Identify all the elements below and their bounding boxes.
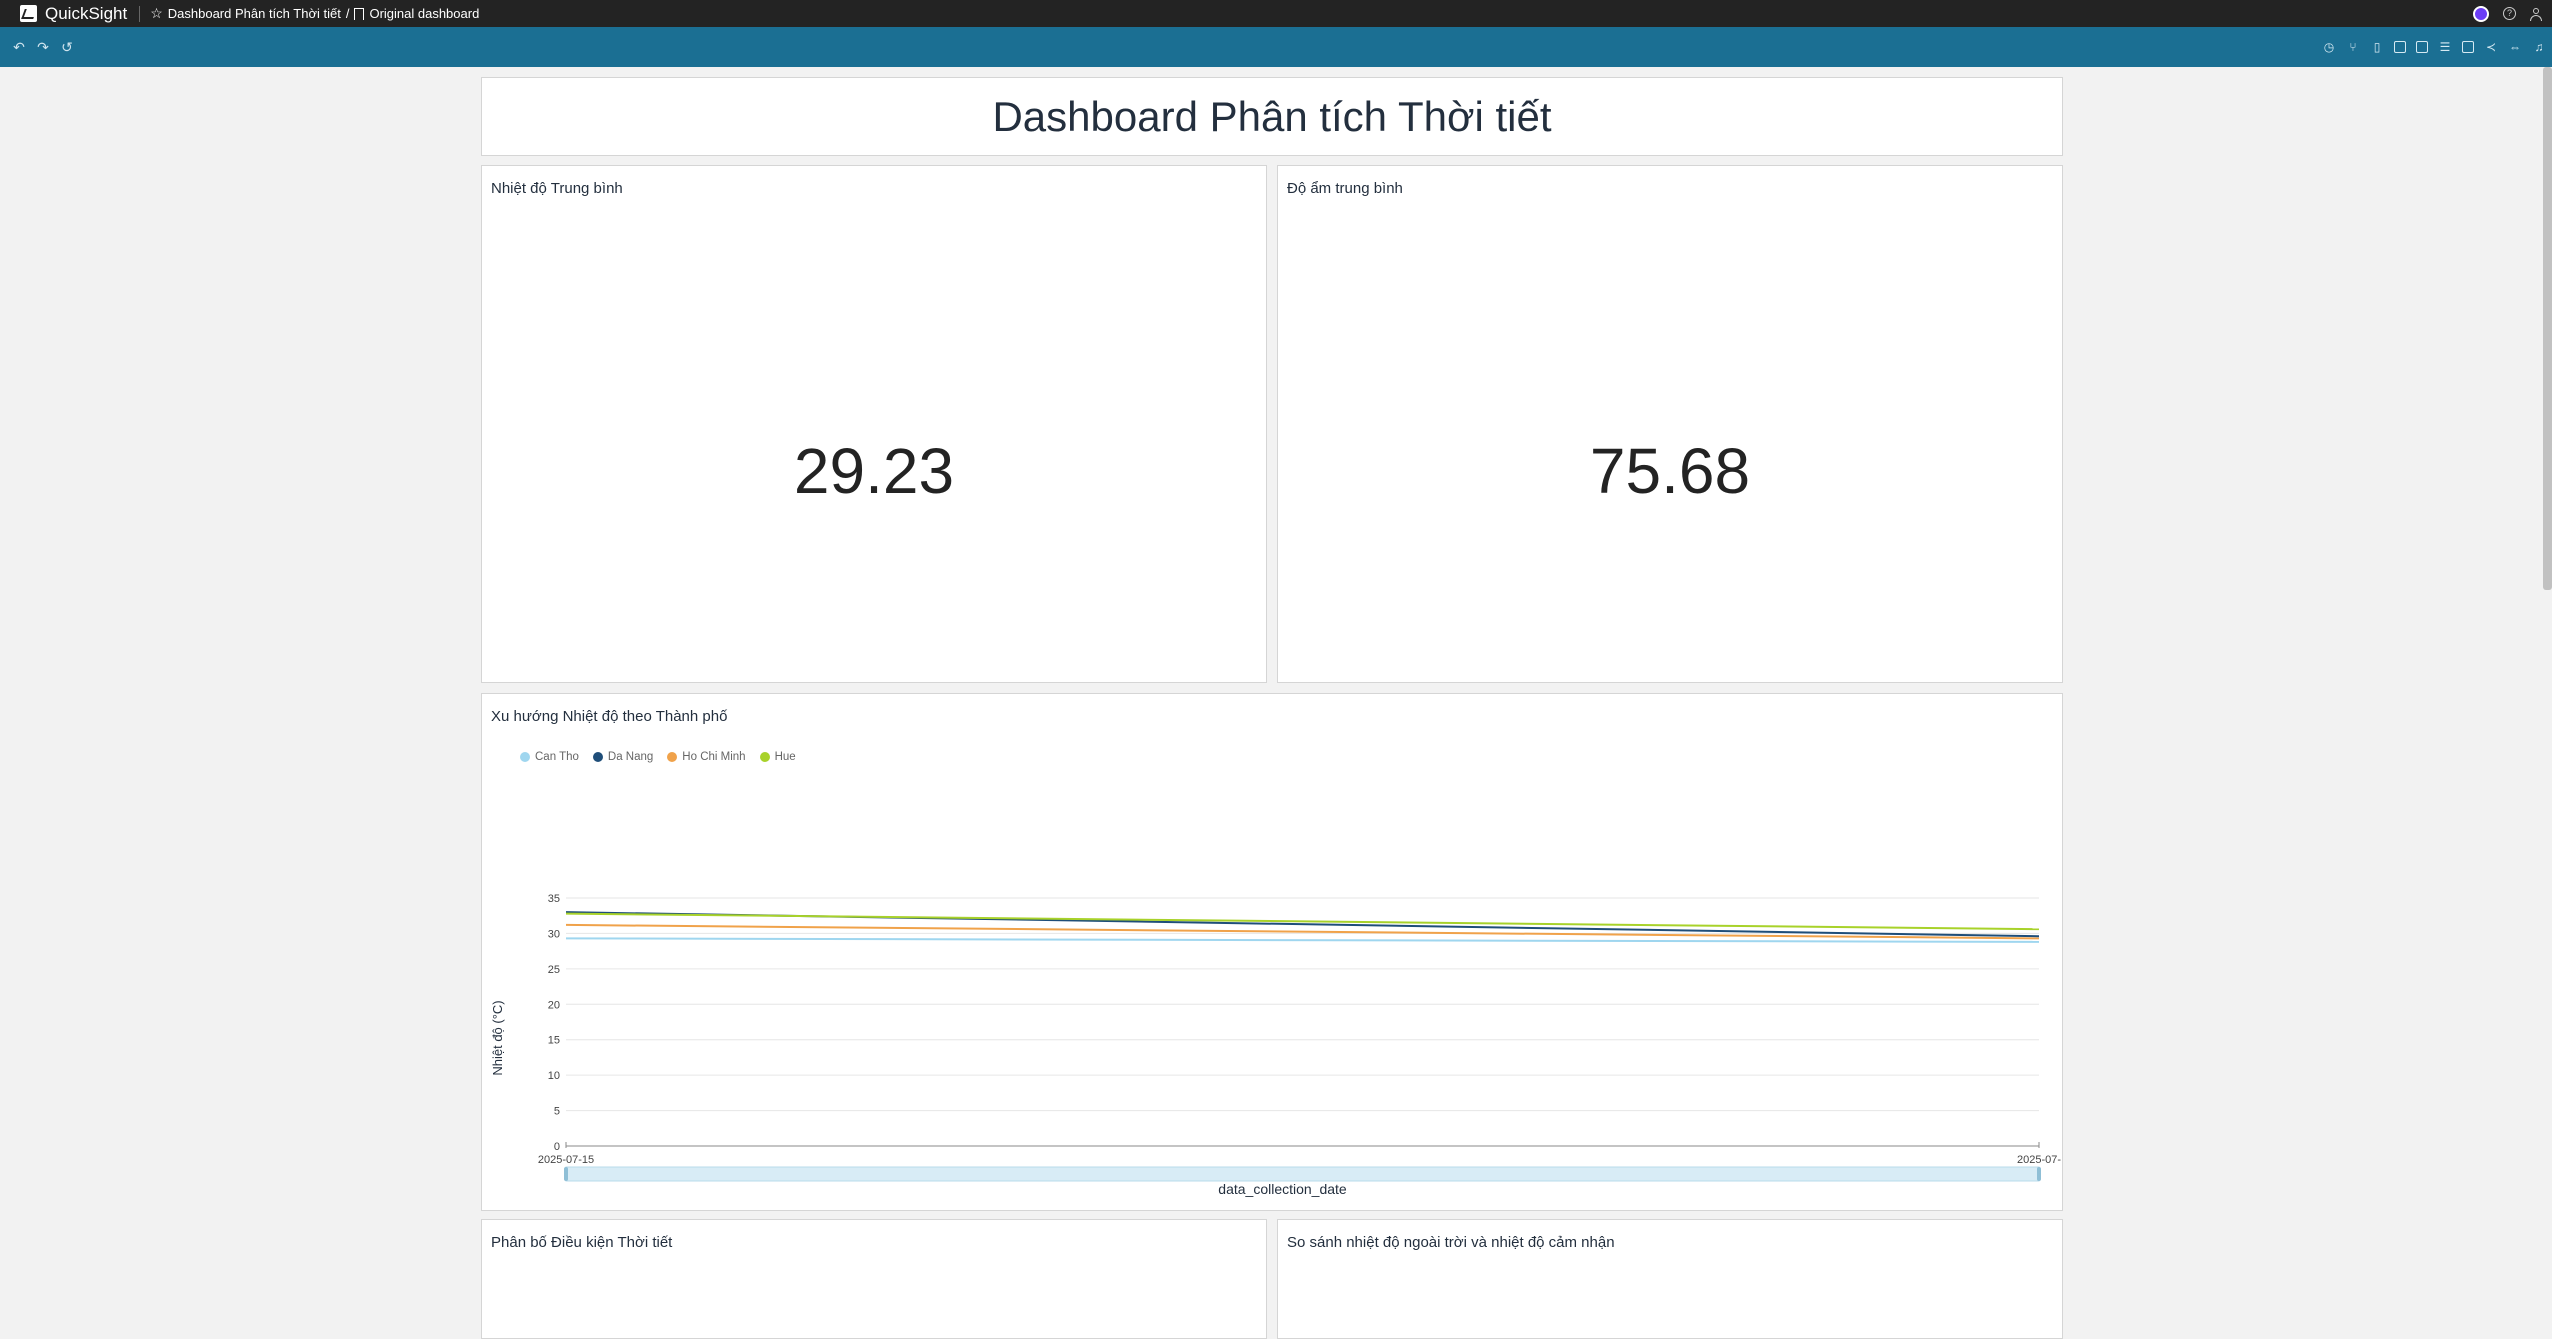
card-title: So sánh nhiệt độ ngoài trời và nhiệt độ … bbox=[1287, 1234, 1615, 1251]
y-tick-label: 5 bbox=[554, 1106, 560, 1118]
star-icon[interactable]: ☆ bbox=[150, 5, 163, 22]
series-line-can-tho bbox=[565, 937, 2040, 943]
line-chart: 0 5 10 15 20 25 30 35 2025-07-15 2025-07- data_col… bbox=[490, 893, 2061, 1197]
user-icon[interactable] bbox=[2530, 7, 2542, 21]
y-axis-title: Nhiệt độ (°C) bbox=[490, 1000, 505, 1075]
dataset-icon[interactable]: ☰ bbox=[2438, 40, 2452, 54]
breadcrumb-dashboard-title[interactable]: Dashboard Phân tích Thời tiết bbox=[168, 6, 341, 21]
y-tick-label: 20 bbox=[548, 999, 560, 1011]
quicksight-logo-icon bbox=[20, 5, 37, 22]
save-icon[interactable] bbox=[2462, 41, 2474, 53]
dashboard-title: Dashboard Phân tích Thời tiết bbox=[992, 92, 1552, 140]
y-tick-label: 35 bbox=[548, 893, 560, 905]
redo-icon[interactable]: ↷ bbox=[36, 39, 50, 56]
clock-icon[interactable]: ◷ bbox=[2322, 40, 2336, 54]
y-tick-label: 30 bbox=[548, 928, 560, 940]
y-tick-label: 15 bbox=[548, 1035, 560, 1047]
y-tick-label: 25 bbox=[548, 964, 560, 976]
temperature-comparison-card[interactable]: So sánh nhiệt độ ngoài trời và nhiệt độ … bbox=[1277, 1219, 2063, 1339]
divider bbox=[139, 5, 141, 22]
bookmark-icon bbox=[354, 7, 365, 20]
x-tick-label: 2025-07- bbox=[2017, 1154, 2061, 1166]
breadcrumb-sheet-name[interactable]: Original dashboard bbox=[369, 6, 479, 21]
x-tick-label: 2025-07-15 bbox=[538, 1154, 594, 1166]
breadcrumb-separator: / bbox=[345, 6, 350, 21]
extension-icon[interactable] bbox=[2473, 5, 2489, 22]
x-range-handle-left bbox=[564, 1167, 568, 1181]
card-title: Phân bố Điều kiện Thời tiết bbox=[491, 1234, 673, 1251]
brand[interactable]: QuickSight bbox=[0, 4, 127, 24]
dashboard-canvas: Dashboard Phân tích Thời tiết Nhiệt độ T… bbox=[0, 67, 2552, 1339]
scrollbar[interactable] bbox=[2543, 67, 2552, 590]
kpi-value: 75.68 bbox=[1589, 435, 1751, 507]
download-icon[interactable] bbox=[2394, 41, 2406, 53]
toolbar: ↶ ↷ ↺ ◷ ⑂ ▯ ☰ ≺ ⇔ ♫ bbox=[0, 27, 2552, 67]
top-bar: QuickSight ☆ Dashboard Phân tích Thời ti… bbox=[0, 0, 2552, 27]
x-range-slider bbox=[565, 1166, 2040, 1182]
fit-width-icon[interactable]: ⇔ bbox=[2508, 40, 2522, 54]
x-axis-title: data_collection_date bbox=[1218, 1181, 1347, 1197]
toolbar-actions: ◷ ⑂ ▯ ☰ ≺ ⇔ ♫ bbox=[2322, 27, 2546, 67]
bookmark-icon[interactable]: ▯ bbox=[2370, 40, 2384, 54]
notification-icon[interactable]: ♫ bbox=[2532, 40, 2546, 54]
share-icon[interactable]: ≺ bbox=[2484, 40, 2498, 54]
undo-icon[interactable]: ↶ bbox=[12, 39, 26, 56]
kpi-title: Độ ẩm trung bình bbox=[1287, 180, 1403, 197]
reset-icon[interactable]: ↺ bbox=[60, 39, 74, 56]
top-right-icons: ? bbox=[2473, 0, 2542, 27]
weather-condition-card[interactable]: Phân bố Điều kiện Thời tiết bbox=[481, 1219, 1267, 1339]
kpi-card-avg-humidity[interactable]: Độ ẩm trung bình 75.68 bbox=[1277, 165, 2063, 683]
breadcrumb: ☆ Dashboard Phân tích Thời tiết / Origin… bbox=[150, 5, 479, 22]
x-range-handle-right bbox=[2037, 1167, 2041, 1181]
y-tick-label: 0 bbox=[554, 1141, 560, 1153]
y-tick-label: 10 bbox=[548, 1070, 560, 1082]
kpi-title: Nhiệt độ Trung bình bbox=[491, 180, 623, 197]
help-icon[interactable]: ? bbox=[2503, 7, 2516, 20]
kpi-card-avg-temperature[interactable]: Nhiệt độ Trung bình 29.23 bbox=[481, 165, 1267, 683]
kpi-value: 29.23 bbox=[793, 435, 955, 507]
brand-name: QuickSight bbox=[45, 3, 128, 23]
branch-icon[interactable]: ⑂ bbox=[2346, 40, 2360, 54]
title-card[interactable]: Dashboard Phân tích Thời tiết bbox=[481, 77, 2063, 156]
line-chart-card[interactable]: Xu hướng Nhiệt độ theo Thành phố Can Tho… bbox=[481, 693, 2063, 1211]
toolbar-history: ↶ ↷ ↺ bbox=[12, 27, 74, 67]
export-icon[interactable] bbox=[2416, 41, 2428, 53]
